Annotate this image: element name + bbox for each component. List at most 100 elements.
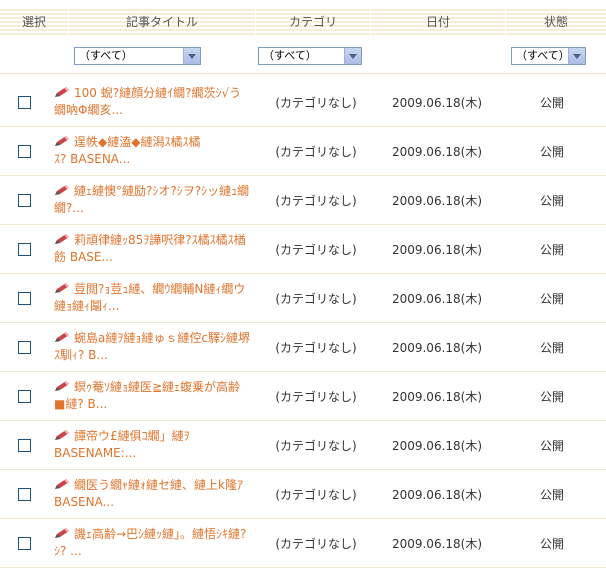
status-cell: 公開: [539, 194, 564, 208]
article-title-text: 蜿島a縺ｦ縺ｮ縺ゅｓ縺倥c驛ｼ縺堺ｽ馴ｨ? B...: [54, 331, 250, 362]
date-cell: 2009.06.18(木): [391, 194, 483, 208]
status-cell: 公開: [539, 243, 564, 257]
table-row: 螟ｩ菴ｿ縺ｮ縺医≧縺ｪ蝮乗が高齢■縺? B... (カテゴリなし) 2009.06.…: [0, 371, 606, 421]
category-cell: (カテゴリなし): [275, 194, 357, 208]
date-cell: 2009.06.18(木): [391, 439, 483, 453]
pencil-icon: [54, 86, 70, 98]
pencil-icon: [54, 527, 70, 539]
header-status[interactable]: 状態: [506, 7, 606, 37]
category-cell: (カテゴリなし): [275, 341, 357, 355]
article-title-link[interactable]: 螟ｩ菴ｿ縺ｮ縺医≧縺ｪ蝮乗が高齢■縺? B...: [54, 379, 250, 413]
chevron-down-icon: [344, 48, 361, 64]
table-row: 逞帙◆縺溘◆縺潟ｽ橘ｽ橘ｽ? BASENA... (カテゴリなし) 2009.06.…: [0, 126, 606, 176]
article-title-link[interactable]: 100 蜺?縺顔分縺ｲ繝?繝茨ｼ√う繝吶Φ繝亥...: [54, 85, 250, 119]
article-title-text: 逞帙◆縺溘◆縺潟ｽ橘ｽ橘ｽ? BASENA...: [54, 135, 201, 166]
table-row: 100 蜺?縺顔分縺ｲ繝?繝茨ｼ√う繝吶Φ繝亥... (カテゴリなし) 2009.0…: [0, 77, 606, 127]
article-title-text: 莉頑律縺ｯ85ｦ譁呎律?ｽ橘ｽ橘ｽ楢飭 BASE...: [54, 233, 246, 264]
article-title-text: 縺ｪ縺懊°縺励?ｼオ?ｼヲ?ｼッ縺ｭ繝繝?...: [54, 184, 250, 215]
title-filter-select[interactable]: （すべて）: [74, 47, 201, 65]
select-checkbox[interactable]: [18, 439, 31, 452]
article-title-link[interactable]: 逞帙◆縺溘◆縺潟ｽ橘ｽ橘ｽ? BASENA...: [54, 134, 250, 168]
article-title-text: 100 蜺?縺顔分縺ｲ繝?繝茨ｼ√う繝吶Φ繝亥...: [54, 86, 242, 117]
header-divider: [255, 7, 256, 37]
status-cell: 公開: [539, 292, 564, 306]
select-checkbox[interactable]: [18, 390, 31, 403]
pencil-icon: [54, 135, 70, 147]
title-filter-value: （すべて）: [79, 49, 133, 62]
date-cell: 2009.06.18(木): [391, 96, 483, 110]
table-row: 繝医う繝ｬ縺ｫ縺セ縺、縺上k隆ｱBASENA... (カテゴリなし) 2009.06…: [0, 469, 606, 519]
select-checkbox[interactable]: [18, 292, 31, 305]
header-divider: [68, 7, 69, 37]
article-title-link[interactable]: 譚帝ウ£縺俱ｺ繝」縺ｦ BASENAME:...: [54, 428, 250, 462]
status-cell: 公開: [539, 390, 564, 404]
category-cell: (カテゴリなし): [275, 145, 357, 159]
category-cell: (カテゴリなし): [275, 488, 357, 502]
category-cell: (カテゴリなし): [275, 243, 357, 257]
status-cell: 公開: [539, 341, 564, 355]
status-filter-value: （すべて）: [516, 49, 570, 62]
pencil-icon: [54, 331, 70, 343]
category-cell: (カテゴリなし): [275, 96, 357, 110]
date-cell: 2009.06.18(木): [391, 341, 483, 355]
header-select: 選択: [21, 15, 46, 29]
status-cell: 公開: [539, 537, 564, 551]
divider: [0, 73, 606, 74]
article-title-link[interactable]: 譏ｪ高齢→巴ｼ縺ｯ縺｣。縺悟ｼｷ縺?ｼ? ...: [54, 526, 250, 560]
category-cell: (カテゴリなし): [275, 537, 357, 551]
category-cell: (カテゴリなし): [275, 292, 357, 306]
category-cell: (カテゴリなし): [275, 390, 357, 404]
date-cell: 2009.06.18(木): [391, 390, 483, 404]
select-checkbox[interactable]: [18, 194, 31, 207]
header-title[interactable]: 記事タイトル: [69, 7, 255, 37]
select-checkbox[interactable]: [18, 341, 31, 354]
pencil-icon: [54, 184, 70, 196]
select-checkbox[interactable]: [18, 488, 31, 501]
table-row: 譚帝ウ£縺俱ｺ繝」縺ｦ BASENAME:... (カテゴリなし) 2009.06.…: [0, 420, 606, 470]
chevron-down-icon: [568, 48, 585, 64]
table-row: 荳閲?ｮ荳ｭ縺、繝ｳ繝輔N縺ｨ繝ウ縺ｮ縺ｨ鬮ｨ... (カテゴリなし) 2009.0…: [0, 273, 606, 323]
select-checkbox[interactable]: [18, 243, 31, 256]
select-checkbox[interactable]: [18, 96, 31, 109]
date-cell: 2009.06.18(木): [391, 243, 483, 257]
category-filter-value: （すべて）: [263, 49, 317, 62]
category-filter-select[interactable]: （すべて）: [258, 47, 362, 65]
date-cell: 2009.06.18(木): [391, 537, 483, 551]
article-title-link[interactable]: 莉頑律縺ｯ85ｦ譁呎律?ｽ橘ｽ橘ｽ楢飭 BASE...: [54, 232, 250, 266]
header-category[interactable]: カテゴリ: [256, 7, 370, 37]
article-title-link[interactable]: 縺ｪ縺懊°縺励?ｼオ?ｼヲ?ｼッ縺ｭ繝繝?...: [54, 183, 250, 217]
article-title-link[interactable]: 蜿島a縺ｦ縺ｮ縺ゅｓ縺倥c驛ｼ縺堺ｽ馴ｨ? B...: [54, 330, 250, 364]
pencil-icon: [54, 478, 70, 490]
article-title-text: 譚帝ウ£縺俱ｺ繝」縺ｦ BASENAME:...: [54, 429, 190, 460]
article-title-text: 譏ｪ高齢→巴ｼ縺ｯ縺｣。縺悟ｼｷ縺?ｼ? ...: [54, 527, 247, 558]
article-title-link[interactable]: 繝医う繝ｬ縺ｫ縺セ縺、縺上k隆ｱBASENA...: [54, 477, 250, 511]
header-date[interactable]: 日付: [371, 7, 505, 37]
filter-row: （すべて） （すべて） （すべて）: [0, 37, 606, 73]
article-title-link[interactable]: 荳閲?ｮ荳ｭ縺、繝ｳ繝輔N縺ｨ繝ウ縺ｮ縺ｨ鬮ｨ...: [54, 281, 250, 315]
pencil-icon: [54, 380, 70, 392]
table-row: 縺ｪ縺懊°縺励?ｼオ?ｼヲ?ｼッ縺ｭ繝繝?... (カテゴリなし) 2009.06.…: [0, 175, 606, 225]
date-cell: 2009.06.18(木): [391, 145, 483, 159]
header-divider: [505, 7, 506, 37]
status-cell: 公開: [539, 96, 564, 110]
status-filter-select[interactable]: （すべて）: [511, 47, 586, 65]
category-cell: (カテゴリなし): [275, 439, 357, 453]
status-cell: 公開: [539, 488, 564, 502]
select-checkbox[interactable]: [18, 537, 31, 550]
table-row: 莉頑律縺ｯ85ｦ譁呎律?ｽ橘ｽ橘ｽ楢飭 BASE... (カテゴリなし) 2009.…: [0, 224, 606, 274]
article-title-text: 繝医う繝ｬ縺ｫ縺セ縺、縺上k隆ｱBASENA...: [54, 478, 243, 509]
status-cell: 公開: [539, 145, 564, 159]
pencil-icon: [54, 282, 70, 294]
date-cell: 2009.06.18(木): [391, 292, 483, 306]
select-checkbox[interactable]: [18, 145, 31, 158]
pencil-icon: [54, 429, 70, 441]
table-header: 選択 記事タイトル カテゴリ 日付 状態: [0, 7, 606, 37]
article-title-text: 螟ｩ菴ｿ縺ｮ縺医≧縺ｪ蝮乗が高齢■縺? B...: [54, 380, 241, 411]
status-cell: 公開: [539, 439, 564, 453]
date-cell: 2009.06.18(木): [391, 488, 483, 502]
chevron-down-icon: [183, 48, 200, 64]
header-divider: [370, 7, 371, 37]
table-row: 蜿島a縺ｦ縺ｮ縺ゅｓ縺倥c驛ｼ縺堺ｽ馴ｨ? B... (カテゴリなし) 2009.0…: [0, 322, 606, 372]
article-title-text: 荳閲?ｮ荳ｭ縺、繝ｳ繝輔N縺ｨ繝ウ縺ｮ縺ｨ鬮ｨ...: [54, 282, 246, 313]
pencil-icon: [54, 233, 70, 245]
